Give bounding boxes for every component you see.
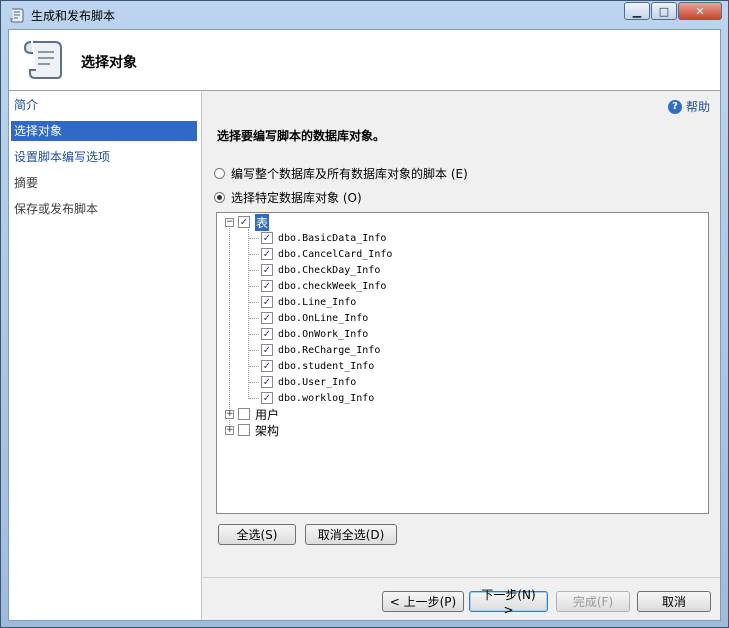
tree-line — [249, 366, 259, 367]
checkbox-tables[interactable]: ✓ — [238, 216, 250, 228]
tree-node-table[interactable]: ✓ dbo.BasicData_Info — [261, 230, 386, 246]
cancel-button[interactable]: 取消 — [637, 591, 711, 612]
tree-node-label: 用户 — [255, 407, 280, 422]
tree-node-schemas[interactable]: + 架构 — [225, 422, 279, 438]
tree-node-table[interactable]: ✓ dbo.checkWeek_Info — [261, 278, 386, 294]
checkbox-table[interactable]: ✓ — [261, 344, 273, 356]
checkbox-table[interactable]: ✓ — [261, 264, 273, 276]
previous-button[interactable]: < 上一步(P) — [382, 591, 464, 612]
tree-node-table[interactable]: ✓ dbo.worklog_Info — [261, 390, 374, 406]
instruction-text: 选择要编写脚本的数据库对象。 — [217, 129, 386, 143]
deselect-all-button[interactable]: 取消全选(D) — [305, 524, 397, 545]
close-button[interactable]: ✕ — [678, 2, 722, 20]
table-name: dbo.checkWeek_Info — [278, 280, 387, 292]
table-name: dbo.worklog_Info — [278, 392, 375, 404]
nav-item-choose-objects[interactable]: 选择对象 — [11, 121, 197, 141]
tree-line — [249, 318, 259, 319]
expand-icon[interactable]: + — [225, 409, 234, 419]
app-window: 生成和发布脚本 ▁ □ ✕ 选择对象 简介 选择对象 设置脚本编写选项 摘要 保… — [0, 0, 729, 628]
window-title: 生成和发布脚本 — [31, 9, 116, 23]
tree-line — [249, 270, 259, 271]
page-title: 选择对象 — [81, 55, 137, 71]
tree-node-table[interactable]: ✓ dbo.User_Info — [261, 374, 356, 390]
checkbox-schemas[interactable] — [238, 424, 250, 436]
nav-item-save-publish: 保存或发布脚本 — [14, 202, 99, 216]
object-tree[interactable]: − ✓ 表 ✓ dbo.BasicData_Info ✓ dbo.CancelC… — [216, 212, 709, 514]
checkbox-table[interactable]: ✓ — [261, 248, 273, 260]
tree-line — [249, 350, 259, 351]
checkbox-table[interactable]: ✓ — [261, 280, 273, 292]
checkbox-table[interactable]: ✓ — [261, 328, 273, 340]
title-bar[interactable]: 生成和发布脚本 ▁ □ ✕ — [1, 1, 728, 29]
radio-button[interactable] — [214, 168, 225, 179]
table-name: dbo.CheckDay_Info — [278, 264, 381, 276]
select-all-button[interactable]: 全选(S) — [218, 524, 296, 545]
tree-node-users[interactable]: + 用户 — [225, 406, 279, 422]
tree-node-table[interactable]: ✓ dbo.CancelCard_Info — [261, 246, 392, 262]
checkbox-table[interactable]: ✓ — [261, 360, 273, 372]
checkbox-users[interactable] — [238, 408, 250, 420]
help-label: 帮助 — [685, 100, 710, 114]
tree-line — [249, 286, 259, 287]
table-name: dbo.ReCharge_Info — [278, 344, 381, 356]
nav-item-summary: 摘要 — [14, 176, 39, 190]
script-scroll-icon — [10, 8, 24, 23]
script-scroll-icon — [23, 41, 62, 79]
next-button[interactable]: 下一步(N) > — [469, 588, 548, 617]
wizard-content: ? 帮助 选择要编写脚本的数据库对象。 编写整个数据库及所有数据库对象的脚本 (… — [202, 91, 720, 578]
tree-node-tables[interactable]: − ✓ 表 — [225, 213, 270, 231]
collapse-icon[interactable]: − — [225, 217, 234, 227]
finish-button: 完成(F) — [556, 591, 630, 612]
tree-node-table[interactable]: ✓ dbo.Line_Info — [261, 294, 356, 310]
tree-line — [249, 398, 259, 399]
table-name: dbo.User_Info — [278, 376, 357, 388]
radio-label: 选择特定数据库对象 (O) — [231, 191, 362, 205]
tree-line — [249, 334, 259, 335]
checkbox-table[interactable]: ✓ — [261, 376, 273, 388]
table-name: dbo.OnWork_Info — [278, 328, 369, 340]
table-name: dbo.OnLine_Info — [278, 312, 369, 324]
radio-select-specific[interactable]: 选择特定数据库对象 (O) — [214, 189, 362, 206]
tree-node-label: 架构 — [255, 423, 280, 438]
tree-node-table[interactable]: ✓ dbo.ReCharge_Info — [261, 342, 380, 358]
tree-node-table[interactable]: ✓ dbo.CheckDay_Info — [261, 262, 380, 278]
tree-node-table[interactable]: ✓ dbo.OnWork_Info — [261, 326, 368, 342]
nav-item-script-options[interactable]: 设置脚本编写选项 — [11, 147, 197, 167]
checkbox-table[interactable]: ✓ — [261, 232, 273, 244]
radio-script-entire-db[interactable]: 编写整个数据库及所有数据库对象的脚本 (E) — [214, 165, 468, 182]
wizard-header: 选择对象 — [9, 30, 720, 91]
table-name: dbo.BasicData_Info — [278, 232, 387, 244]
wizard-nav: 简介 选择对象 设置脚本编写选项 摘要 保存或发布脚本 — [9, 91, 202, 620]
table-name: dbo.Line_Info — [278, 296, 357, 308]
maximize-button[interactable]: □ — [651, 2, 677, 20]
radio-button[interactable] — [214, 192, 225, 203]
table-name: dbo.student_Info — [278, 360, 375, 372]
tree-line — [249, 254, 259, 255]
wizard-client-area: 选择对象 简介 选择对象 设置脚本编写选项 摘要 保存或发布脚本 ? 帮助 选择… — [8, 29, 721, 621]
tree-node-table[interactable]: ✓ dbo.student_Info — [261, 358, 374, 374]
tree-node-label: 表 — [255, 213, 270, 231]
checkbox-table[interactable]: ✓ — [261, 392, 273, 404]
nav-item-intro[interactable]: 简介 — [11, 95, 197, 115]
tree-node-table[interactable]: ✓ dbo.OnLine_Info — [261, 310, 368, 326]
window-controls: ▁ □ ✕ — [623, 2, 722, 20]
tree-line — [229, 225, 230, 429]
table-name: dbo.CancelCard_Info — [278, 248, 393, 260]
radio-label: 编写整个数据库及所有数据库对象的脚本 (E) — [231, 167, 468, 181]
help-link[interactable]: ? 帮助 — [667, 98, 710, 115]
minimize-button[interactable]: ▁ — [624, 2, 650, 20]
checkbox-table[interactable]: ✓ — [261, 296, 273, 308]
expand-icon[interactable]: + — [225, 425, 234, 435]
checkbox-table[interactable]: ✓ — [261, 312, 273, 324]
help-icon: ? — [667, 99, 682, 114]
footer-divider — [202, 577, 720, 578]
tree-line — [249, 302, 259, 303]
tree-line — [249, 238, 259, 239]
tree-line — [249, 382, 259, 383]
